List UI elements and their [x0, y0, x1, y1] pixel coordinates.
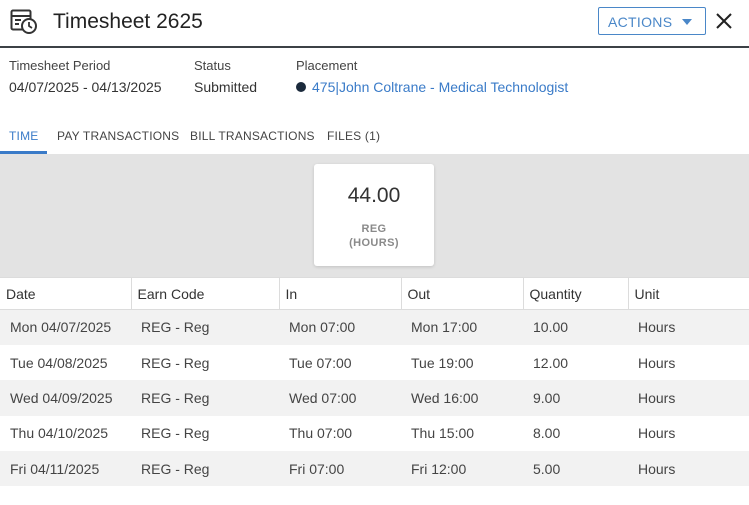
cell-in: Tue 07:00 [279, 344, 401, 381]
cell-date: Fri 04/11/2025 [0, 451, 131, 487]
cell-quantity: 9.00 [523, 380, 628, 416]
cell-earn-code: REG - Reg [131, 344, 279, 381]
period-label: Timesheet Period [9, 58, 111, 73]
summary-unit: (HOURS) [349, 237, 399, 249]
summary-card: 44.00 REG (HOURS) [314, 164, 434, 266]
cell-earn-code: REG - Reg [131, 380, 279, 416]
page-title: Timesheet 2625 [53, 10, 203, 33]
cell-date: Thu 04/10/2025 [0, 415, 131, 452]
cell-quantity: 5.00 [523, 451, 628, 487]
cell-quantity: 12.00 [523, 344, 628, 381]
cell-in: Fri 07:00 [279, 451, 401, 487]
cell-in: Thu 07:00 [279, 415, 401, 452]
header: Timesheet 2625 ACTIONS [0, 0, 749, 48]
caret-down-icon [682, 19, 692, 25]
cell-out: Tue 19:00 [401, 344, 523, 381]
status-label: Status [194, 58, 231, 73]
tab-time[interactable]: TIME [9, 129, 38, 143]
cell-out: Thu 15:00 [401, 415, 523, 452]
column-header-date[interactable]: Date [0, 277, 132, 310]
cell-quantity: 10.00 [523, 309, 628, 345]
actions-button-label: ACTIONS [608, 14, 673, 30]
summary-value: 44.00 [347, 184, 401, 207]
column-header-in[interactable]: In [279, 277, 402, 310]
cell-date: Wed 04/09/2025 [0, 380, 131, 416]
tab-bill-transactions[interactable]: BILL TRANSACTIONS [190, 129, 315, 143]
column-header-earn-code[interactable]: Earn Code [131, 277, 280, 310]
cell-out: Mon 17:00 [401, 309, 523, 345]
cell-unit: Hours [628, 415, 749, 452]
table-row[interactable]: Wed 04/09/2025 REG - Reg Wed 07:00 Wed 1… [0, 380, 749, 416]
column-header-out[interactable]: Out [401, 277, 524, 310]
time-table: Date Earn Code In Out Quantity Unit Mon … [0, 277, 749, 487]
cell-unit: Hours [628, 451, 749, 487]
table-row[interactable]: Thu 04/10/2025 REG - Reg Thu 07:00 Thu 1… [0, 415, 749, 452]
tab-files[interactable]: FILES (1) [327, 129, 380, 143]
cell-earn-code: REG - Reg [131, 415, 279, 452]
placement-label: Placement [296, 58, 358, 73]
cell-date: Mon 04/07/2025 [0, 309, 131, 345]
cell-out: Wed 16:00 [401, 380, 523, 416]
cell-unit: Hours [628, 309, 749, 345]
cell-quantity: 8.00 [523, 415, 628, 452]
table-row[interactable]: Fri 04/11/2025 REG - Reg Fri 07:00 Fri 1… [0, 451, 749, 487]
status-dot-icon [296, 82, 306, 92]
cell-out: Fri 12:00 [401, 451, 523, 487]
column-header-quantity[interactable]: Quantity [523, 277, 629, 310]
table-row[interactable]: Mon 04/07/2025 REG - Reg Mon 07:00 Mon 1… [0, 309, 749, 345]
cell-in: Wed 07:00 [279, 380, 401, 416]
tab-pay-transactions[interactable]: PAY TRANSACTIONS [57, 129, 179, 143]
table-row[interactable]: Tue 04/08/2025 REG - Reg Tue 07:00 Tue 1… [0, 344, 749, 381]
cell-unit: Hours [628, 344, 749, 381]
period-value: 04/07/2025 - 04/13/2025 [9, 79, 162, 95]
actions-button[interactable]: ACTIONS [598, 7, 706, 35]
summary-code: REG [361, 223, 387, 235]
table-header-row: Date Earn Code In Out Quantity Unit [0, 277, 749, 310]
status-value: Submitted [194, 79, 258, 95]
column-header-unit[interactable]: Unit [628, 277, 749, 310]
placement-link[interactable]: 475|John Coltrane - Medical Technologist [312, 79, 568, 95]
cell-earn-code: REG - Reg [131, 309, 279, 345]
close-icon[interactable] [714, 11, 734, 31]
cell-earn-code: REG - Reg [131, 451, 279, 487]
cell-in: Mon 07:00 [279, 309, 401, 345]
cell-date: Tue 04/08/2025 [0, 344, 131, 381]
cell-unit: Hours [628, 380, 749, 416]
timesheet-clock-icon [10, 9, 37, 34]
